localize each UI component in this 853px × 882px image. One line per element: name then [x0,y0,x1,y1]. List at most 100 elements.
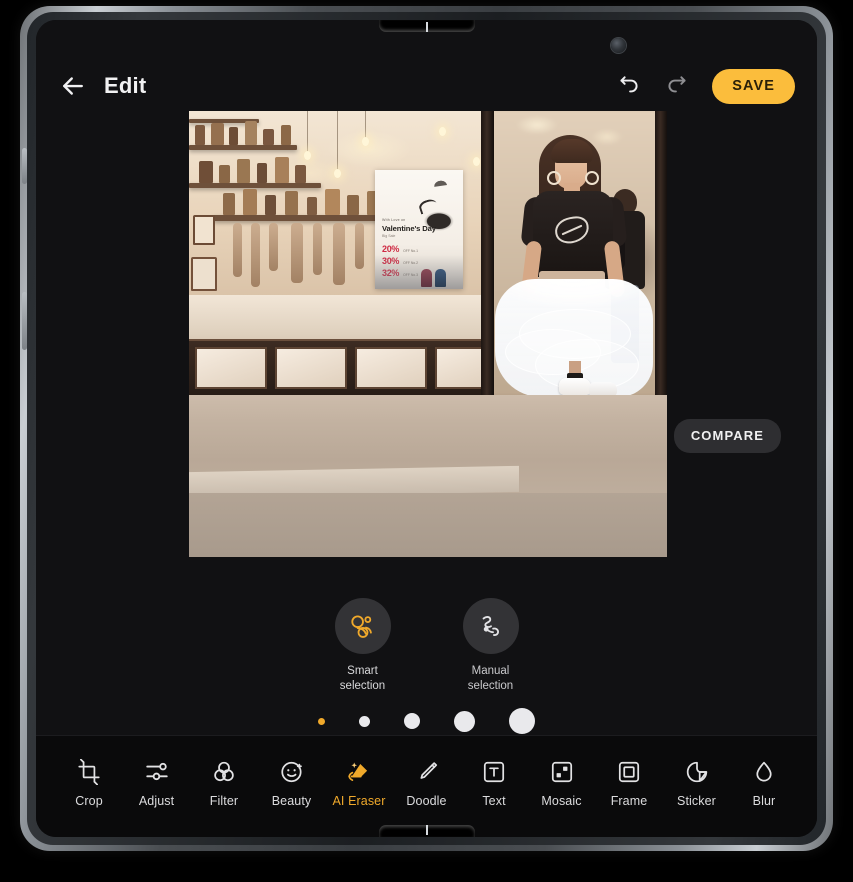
tool-label: Text [482,794,506,808]
manual-selection-icon [482,616,499,636]
tool-beauty[interactable]: Beauty [265,759,319,808]
brush-size-dot[interactable] [454,710,475,732]
tool-sticker[interactable]: Sticker [670,759,724,808]
tool-label: Filter [209,794,239,808]
poster-figure [421,269,432,287]
tool-label: Mosaic [541,794,582,808]
bulb-wire [365,111,366,139]
shelf-trinket [199,161,213,183]
ai-eraser-icon [348,762,368,781]
tool-label: Adjust [138,794,175,808]
shelf-trinket [211,123,224,145]
tool-label: Frame [610,794,648,808]
tool-filter[interactable]: Filter [197,759,251,808]
hanging-item [233,223,242,277]
front-camera-punch-hole [611,38,626,53]
redo-icon[interactable] [664,73,690,99]
wall-shelf [189,183,321,188]
save-button[interactable]: SAVE [712,68,795,104]
tool-blur[interactable]: Blur [737,759,791,808]
tool-frame[interactable]: Frame [602,759,656,808]
bulb-wire [337,111,338,171]
frame-icon [618,761,640,783]
mode-icon-container [334,598,391,654]
back-arrow-icon[interactable] [58,71,88,101]
display-panel [195,347,267,389]
hanging-item [251,223,260,287]
shelf-trinket [257,163,267,183]
brush-size-dot[interactable] [404,713,420,729]
sticker-icon [686,761,707,783]
brush-size-selector [36,708,817,734]
adjust-icon [145,762,168,781]
ceiling-bulb [304,151,311,160]
ceiling-bulb [473,157,480,166]
power-button[interactable] [22,292,27,350]
model-sneaker [589,382,617,395]
valentines-sale-poster: With Love on Valentine's Day Big Sale 20… [375,170,463,289]
door-frame-post [655,111,667,395]
model-hoop-earring [547,171,561,185]
shelf-trinket [275,157,289,183]
model-sneaker [559,378,591,395]
shelf-trinket [243,189,257,215]
undo-icon[interactable] [616,73,642,99]
shelf-trinket [295,165,306,183]
poster-subtitle: Big Sale [382,234,396,238]
skirt-ruffle [519,309,631,359]
hinge-seam-bottom [425,825,428,835]
compare-button[interactable]: COMPARE [673,419,781,453]
shelf-trinket [285,191,298,215]
hanging-item [313,223,322,275]
tool-ai-eraser[interactable]: AI Eraser [332,759,386,808]
tool-mosaic[interactable]: Mosaic [535,759,589,808]
shelf-trinket [237,159,250,183]
hinge-seam-top [425,22,428,32]
doodle-icon [420,762,437,779]
wall-frame [191,257,217,291]
screenshot-root: Edit SAVE With Love on Valentine's Day B… [0,0,853,882]
tool-label: Beauty [271,794,312,808]
shelf-trinket [219,165,230,183]
header-actions: SAVE [616,68,795,104]
ceiling-bulb [334,169,341,178]
photo-canvas[interactable]: With Love on Valentine's Day Big Sale 20… [189,111,667,557]
tool-label: Blur [752,794,776,808]
shelf-trinket [229,127,238,145]
display-panel [355,347,427,389]
tool-crop[interactable]: Crop [62,759,116,808]
bulb-wire [307,111,308,153]
app-header: Edit SAVE [36,58,817,114]
volume-button[interactable] [22,148,27,184]
mode-manual-selection[interactable]: Manual selection [448,598,534,693]
mode-label: Smart selection [339,665,386,692]
shelf-trinket [281,125,291,145]
tool-text[interactable]: Text [467,759,521,808]
tool-adjust[interactable]: Adjust [130,759,184,808]
page-title: Edit [104,73,147,98]
filter-icon [214,761,234,782]
hanging-item [333,223,345,285]
poster-ink-wash [375,255,463,289]
model-subject [495,133,653,395]
brush-size-dot[interactable] [509,708,535,734]
shelf-trinket [223,193,235,215]
shelf-trinket [195,125,205,145]
model-hair-front [551,139,593,163]
tool-label: Doodle [406,794,447,808]
road-surface [189,493,667,557]
brush-size-dot[interactable] [359,715,370,727]
tool-label: Sticker [677,794,716,808]
tool-doodle[interactable]: Doodle [400,759,454,808]
brush-size-dot[interactable] [318,717,325,725]
tool-label: Crop [75,794,103,808]
mode-smart-selection[interactable]: Smart selection [320,598,406,693]
poster-bird-motif [428,175,452,188]
door-frame-post [481,111,494,395]
edit-tools-toolbar: Crop Adjust Filter Beauty AI Eraser Dood… [36,735,817,837]
device-screen: Edit SAVE With Love on Valentine's Day B… [36,20,817,837]
poster-figure [435,269,446,287]
model-hoop-earring [585,171,599,185]
shelf-trinket [263,129,274,145]
smart-selection-icon [350,615,372,638]
